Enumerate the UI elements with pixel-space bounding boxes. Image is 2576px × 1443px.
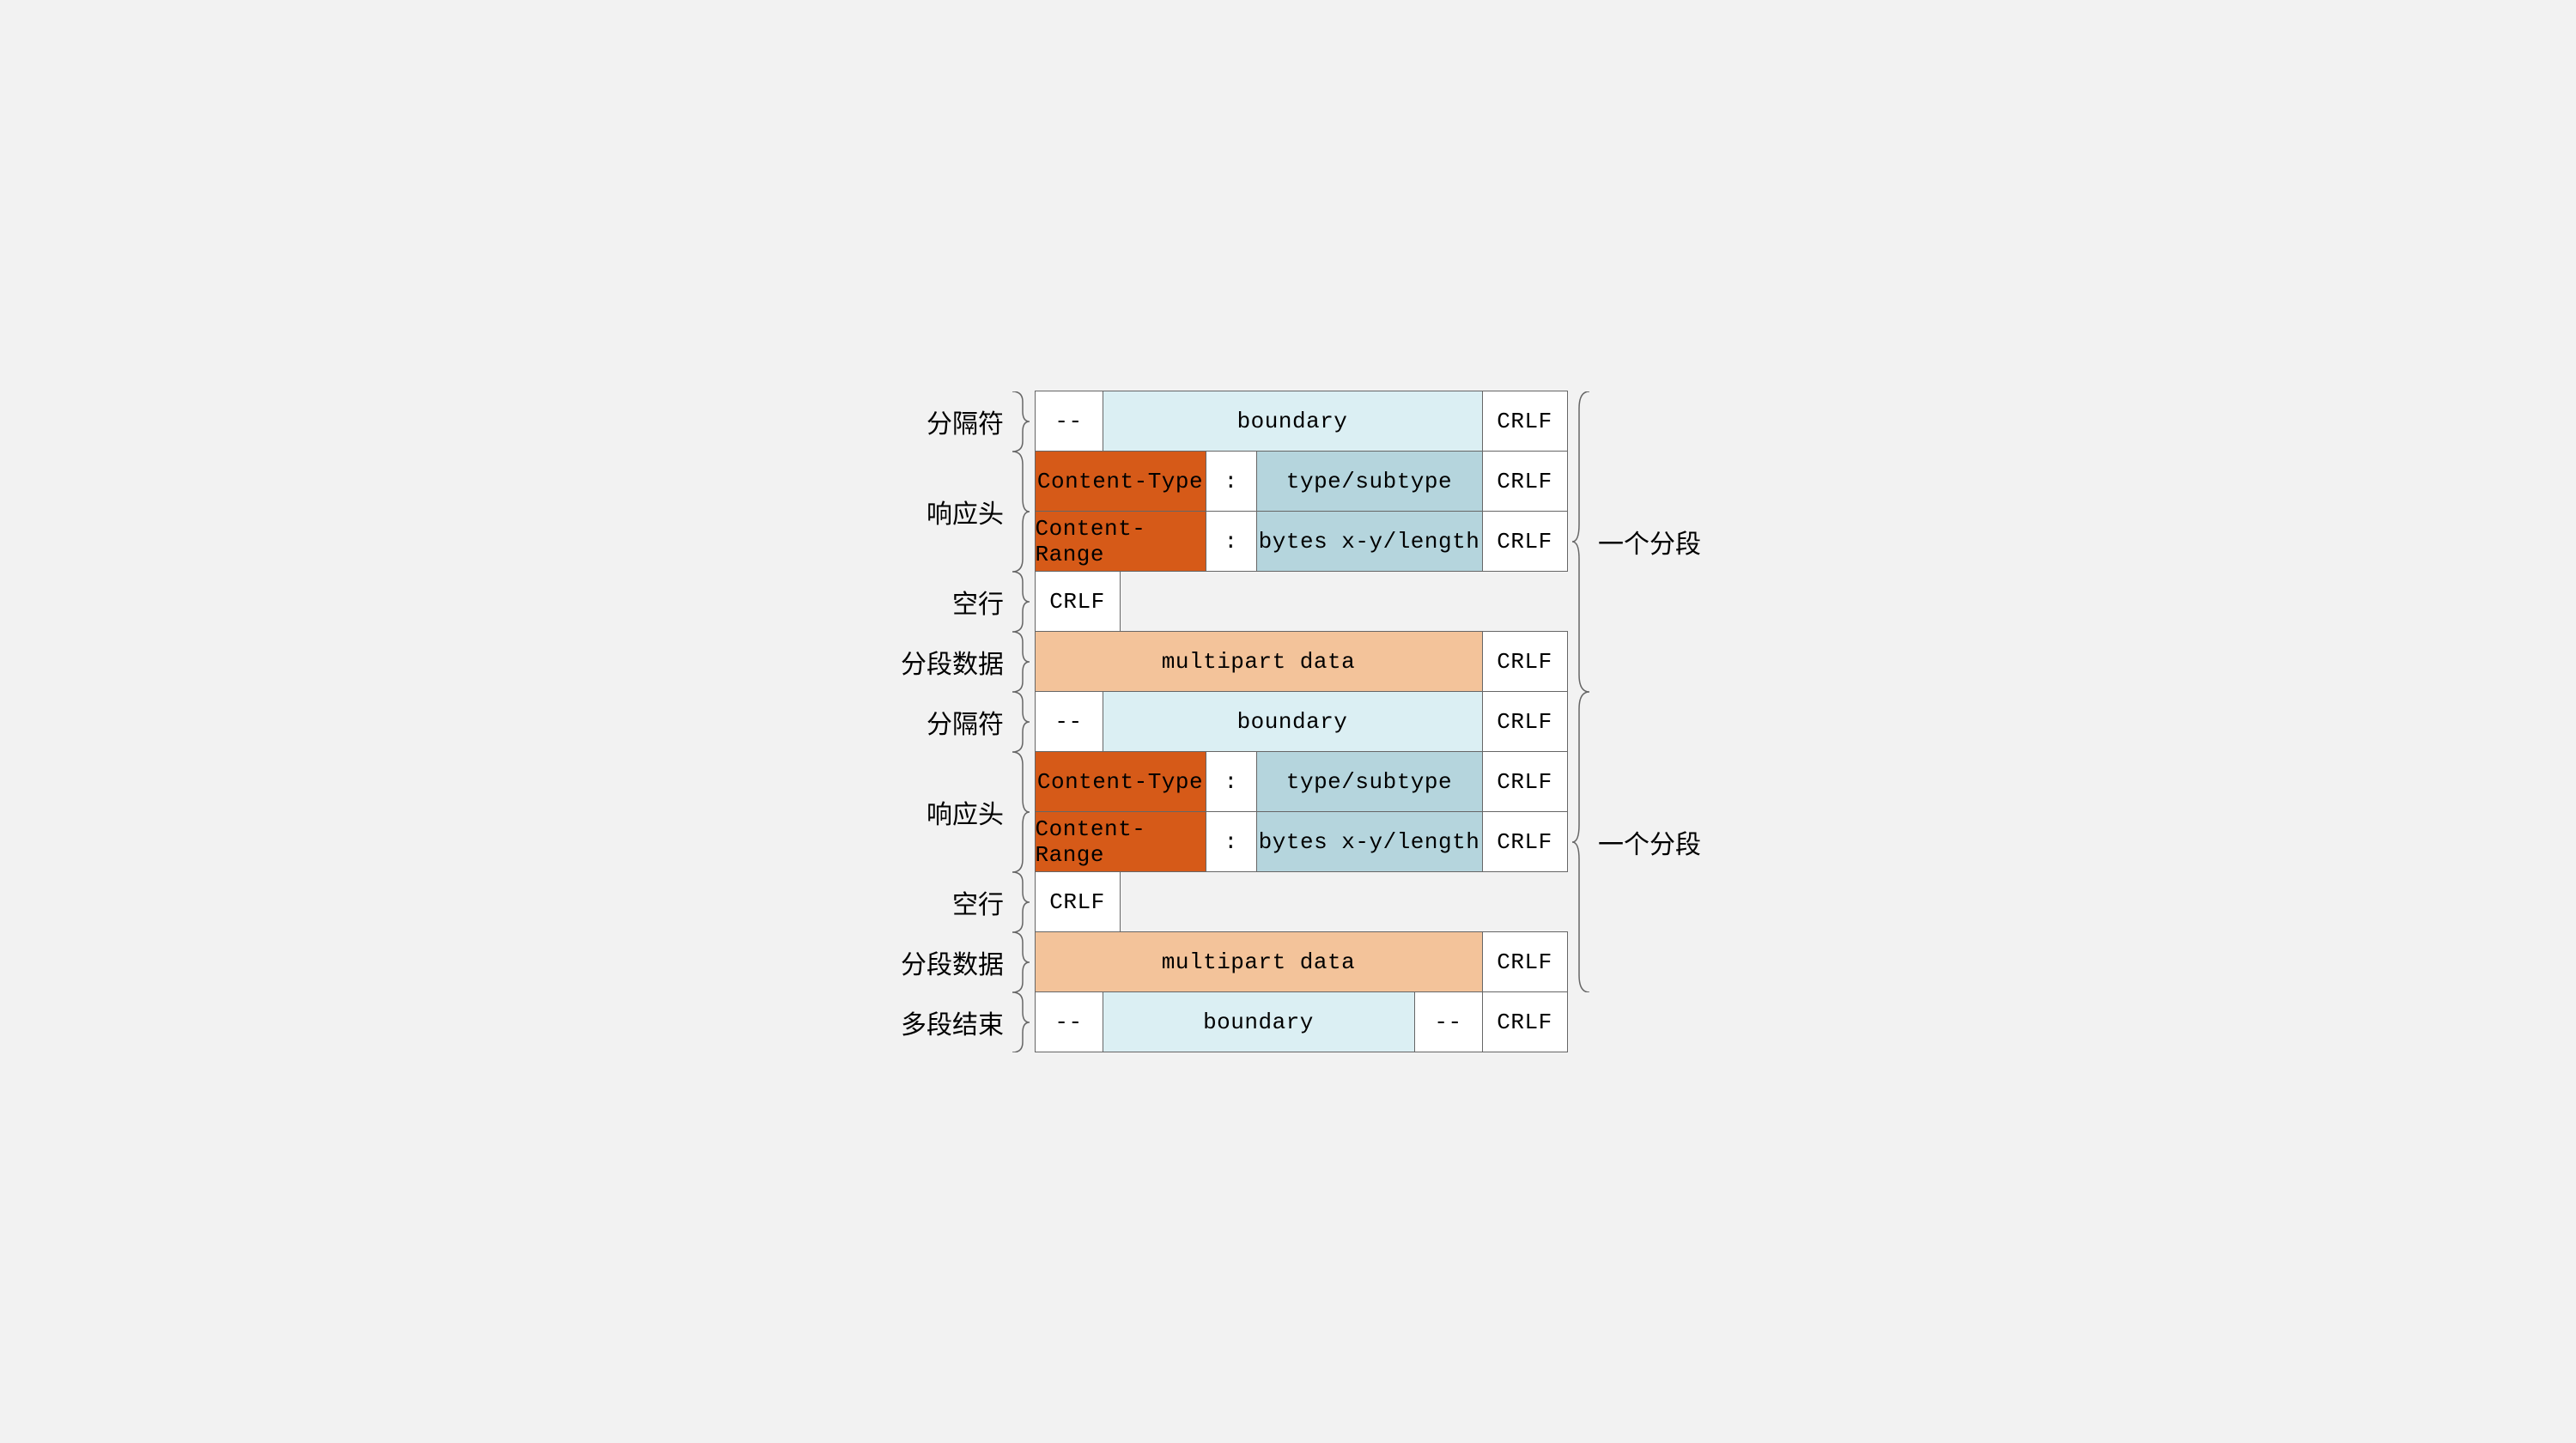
header-name-cell: Content-Range xyxy=(1035,811,1206,872)
brace-icon xyxy=(1007,391,1030,452)
right-labels: 一个分段 一个分段 xyxy=(1567,391,1722,1052)
label-text: 响应头 xyxy=(923,493,1007,531)
boundary-cell: boundary xyxy=(1103,691,1483,752)
crlf-cell: CRLF xyxy=(1482,451,1568,512)
colon-cell: : xyxy=(1206,751,1257,812)
crlf-cell: CRLF xyxy=(1482,751,1568,812)
blank-line-row: CRLF xyxy=(1035,572,1567,632)
header-value-cell: type/subtype xyxy=(1256,751,1483,812)
label-blank-line-2: 空行 xyxy=(854,872,1035,932)
crlf-cell: CRLF xyxy=(1035,871,1121,932)
dashdash-cell: -- xyxy=(1035,391,1103,452)
label-text: 多段结束 xyxy=(897,1003,1007,1041)
multipart-diagram: 分隔符 响应头 空行 分段数据 分隔符 响应头 空行 xyxy=(854,391,1722,1052)
dashdash-cell: -- xyxy=(1035,691,1103,752)
crlf-cell: CRLF xyxy=(1482,811,1568,872)
brace-icon xyxy=(1007,872,1030,932)
data-row: multipart data CRLF xyxy=(1035,632,1567,692)
separator-row: -- boundary CRLF xyxy=(1035,391,1567,452)
boundary-cell: boundary xyxy=(1103,991,1415,1052)
header-name-cell: Content-Type xyxy=(1035,751,1206,812)
header-value-cell: bytes x-y/length xyxy=(1256,811,1483,872)
header-value-cell: bytes x-y/length xyxy=(1256,511,1483,572)
brace-icon xyxy=(1007,752,1030,872)
brace-icon xyxy=(1007,572,1030,632)
label-multipart-end: 多段结束 xyxy=(854,992,1035,1052)
colon-cell: : xyxy=(1206,511,1257,572)
data-row: multipart data CRLF xyxy=(1035,932,1567,992)
header-name-cell: Content-Type xyxy=(1035,451,1206,512)
header-name-cell: Content-Range xyxy=(1035,511,1206,572)
label-separator-1: 分隔符 xyxy=(854,391,1035,452)
colon-cell: : xyxy=(1206,451,1257,512)
content-range-row: Content-Range : bytes x-y/length CRLF xyxy=(1035,512,1567,572)
crlf-cell: CRLF xyxy=(1482,391,1568,452)
crlf-cell: CRLF xyxy=(1035,571,1121,632)
content-type-row: Content-Type : type/subtype CRLF xyxy=(1035,752,1567,812)
label-text: 一个分段 xyxy=(1595,823,1704,861)
content-range-row: Content-Range : bytes x-y/length CRLF xyxy=(1035,812,1567,872)
crlf-cell: CRLF xyxy=(1482,631,1568,692)
crlf-cell: CRLF xyxy=(1482,991,1568,1052)
blank-line-row: CRLF xyxy=(1035,872,1567,932)
label-text: 空行 xyxy=(949,583,1007,621)
label-one-segment-1: 一个分段 xyxy=(1567,391,1722,692)
dashdash-cell: -- xyxy=(1035,991,1103,1052)
crlf-cell: CRLF xyxy=(1482,511,1568,572)
left-labels: 分隔符 响应头 空行 分段数据 分隔符 响应头 空行 xyxy=(854,391,1035,1052)
label-text: 分段数据 xyxy=(897,643,1007,681)
crlf-cell: CRLF xyxy=(1482,691,1568,752)
label-response-header-2: 响应头 xyxy=(854,752,1035,872)
label-one-segment-2: 一个分段 xyxy=(1567,692,1722,992)
label-text: 分隔符 xyxy=(923,403,1007,440)
colon-cell: : xyxy=(1206,811,1257,872)
label-text: 响应头 xyxy=(923,793,1007,831)
label-segment-data-1: 分段数据 xyxy=(854,632,1035,692)
brace-icon xyxy=(1007,992,1030,1052)
boundary-cell: boundary xyxy=(1103,391,1483,452)
end-row: -- boundary -- CRLF xyxy=(1035,992,1567,1052)
brace-icon xyxy=(1007,632,1030,692)
brace-icon xyxy=(1007,452,1030,572)
label-text: 分段数据 xyxy=(897,943,1007,981)
brace-icon xyxy=(1572,692,1595,992)
brace-icon xyxy=(1007,692,1030,752)
label-text: 分隔符 xyxy=(923,703,1007,741)
crlf-cell: CRLF xyxy=(1482,931,1568,992)
content-type-row: Content-Type : type/subtype CRLF xyxy=(1035,452,1567,512)
brace-icon xyxy=(1007,932,1030,992)
header-value-cell: type/subtype xyxy=(1256,451,1483,512)
multipart-data-cell: multipart data xyxy=(1035,931,1483,992)
separator-row: -- boundary CRLF xyxy=(1035,692,1567,752)
multipart-data-cell: multipart data xyxy=(1035,631,1483,692)
label-text: 空行 xyxy=(949,883,1007,921)
label-response-header-1: 响应头 xyxy=(854,452,1035,572)
label-segment-data-2: 分段数据 xyxy=(854,932,1035,992)
label-blank-line-1: 空行 xyxy=(854,572,1035,632)
label-separator-2: 分隔符 xyxy=(854,692,1035,752)
structure-grid: -- boundary CRLF Content-Type : type/sub… xyxy=(1035,391,1567,1052)
brace-icon xyxy=(1572,391,1595,692)
label-text: 一个分段 xyxy=(1595,523,1704,561)
dashdash-cell: -- xyxy=(1414,991,1483,1052)
